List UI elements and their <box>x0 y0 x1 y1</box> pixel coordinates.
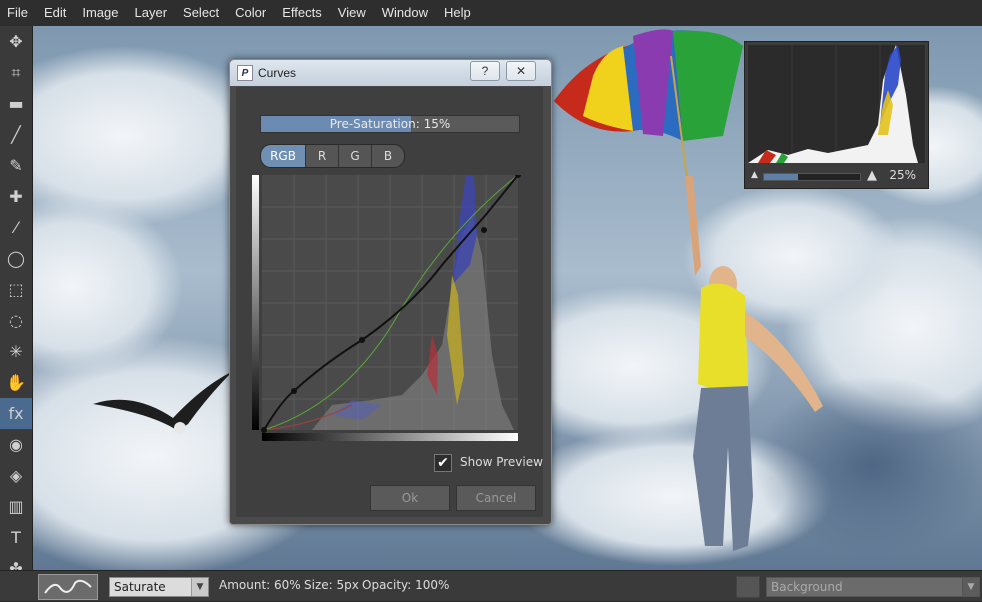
menu-bar: File Edit Image Layer Select Color Effects View… <box>0 0 982 27</box>
fill-tool-icon[interactable]: ◈ <box>0 460 32 491</box>
histogram-graph <box>748 45 925 163</box>
menu-layer[interactable]: Layer <box>128 0 177 26</box>
opacity-label: Opacity: 100% <box>362 578 450 592</box>
close-button[interactable]: ✕ <box>506 61 536 81</box>
curves-dialog: P Curves ? ✕ Pre-Saturation: 15% RGB R G B <box>229 59 552 525</box>
dialog-titlebar[interactable]: P Curves ? ✕ <box>230 60 551 86</box>
marquee-rect-tool-icon[interactable]: ⬚ <box>0 274 32 305</box>
histogram-zoom-value: 25% <box>889 168 916 182</box>
menu-select[interactable]: Select <box>176 0 228 26</box>
chevron-down-icon: ▼ <box>962 578 979 596</box>
menu-image[interactable]: Image <box>75 0 127 26</box>
mode-select[interactable]: Saturate ▼ <box>109 577 209 597</box>
eraser-tool-icon[interactable]: ▬ <box>0 88 32 119</box>
app-logo-icon: P <box>237 65 253 81</box>
close-icon: ✕ <box>515 64 527 78</box>
magic-wand-tool-icon[interactable]: ✳ <box>0 336 32 367</box>
menu-effects[interactable]: Effects <box>275 0 331 26</box>
amount-label: Amount: 60% <box>219 578 301 592</box>
channel-g-button[interactable]: G <box>339 145 372 167</box>
menu-view[interactable]: View <box>331 0 375 26</box>
menu-help[interactable]: Help <box>437 0 480 26</box>
curves-graph[interactable] <box>252 172 524 448</box>
histogram-zoom-slider[interactable] <box>763 173 861 181</box>
show-preview-label: Show Preview <box>460 455 543 469</box>
histogram-panel: ▲ ▲ 25% <box>744 41 929 189</box>
marquee-ellipse-tool-icon[interactable]: ◌ <box>0 305 32 336</box>
menu-color[interactable]: Color <box>228 0 275 26</box>
red-eye-tool-icon[interactable]: ◉ <box>0 429 32 460</box>
menu-file[interactable]: File <box>0 0 37 26</box>
effects-brush-tool-icon[interactable]: fx <box>0 398 32 429</box>
histogram-zoom-bar: ▲ ▲ 25% <box>745 166 928 188</box>
help-button[interactable]: ? <box>470 61 500 81</box>
layer-value: Background <box>771 580 843 594</box>
ok-button[interactable]: Ok <box>370 485 450 511</box>
menu-window[interactable]: Window <box>375 0 437 26</box>
gradient-tool-icon[interactable]: ▥ <box>0 491 32 522</box>
move-tool-icon[interactable]: ✥ <box>0 26 32 57</box>
show-preview-checkbox[interactable]: ✔ <box>434 454 452 472</box>
text-tool-icon[interactable]: T <box>0 522 32 553</box>
tool-options-bar: Saturate ▼ Amount: 60% Size: 5px Opacity… <box>0 570 982 601</box>
layer-select[interactable]: Background ▼ <box>766 577 980 597</box>
tool-palette: ✥ ⌗ ▬ ╱ ✎ ✚ ⁄ ◯ ⬚ ◌ ✳ ✋ fx ◉ ◈ ▥ T ✤ <box>0 26 33 578</box>
mountain-small-icon: ▲ <box>751 170 758 180</box>
channel-b-button[interactable]: B <box>372 145 404 167</box>
mode-value: Saturate <box>114 580 166 594</box>
size-label: Size: 5px <box>304 578 359 592</box>
channel-rgb-button[interactable]: RGB <box>261 145 306 167</box>
channel-selector: RGB R G B <box>260 144 405 168</box>
brush-preview[interactable] <box>38 574 98 600</box>
chevron-down-icon: ▼ <box>191 578 208 596</box>
cancel-button[interactable]: Cancel <box>456 485 536 511</box>
crop-tool-icon[interactable]: ⌗ <box>0 57 32 88</box>
pencil-tool-icon[interactable]: ✎ <box>0 150 32 181</box>
progress-label: Pre-Saturation: 15% <box>329 117 451 131</box>
dialog-title: Curves <box>258 66 297 80</box>
dropper-tool-icon[interactable]: ⁄ <box>0 212 32 243</box>
input-gradient <box>262 433 518 441</box>
dialog-body: Pre-Saturation: 15% RGB R G B ✔ Show Pre… <box>236 87 543 517</box>
channel-r-button[interactable]: R <box>306 145 339 167</box>
menu-edit[interactable]: Edit <box>37 0 75 26</box>
mountain-large-icon: ▲ <box>867 168 877 183</box>
brush-tool-icon[interactable]: ╱ <box>0 119 32 150</box>
layer-thumbnail <box>736 576 760 598</box>
smudge-tool-icon[interactable]: ✋ <box>0 367 32 398</box>
pre-saturation-progress: Pre-Saturation: 15% <box>260 115 520 133</box>
clone-stamp-tool-icon[interactable]: ✚ <box>0 181 32 212</box>
output-gradient <box>252 175 259 430</box>
lasso-tool-icon[interactable]: ◯ <box>0 243 32 274</box>
